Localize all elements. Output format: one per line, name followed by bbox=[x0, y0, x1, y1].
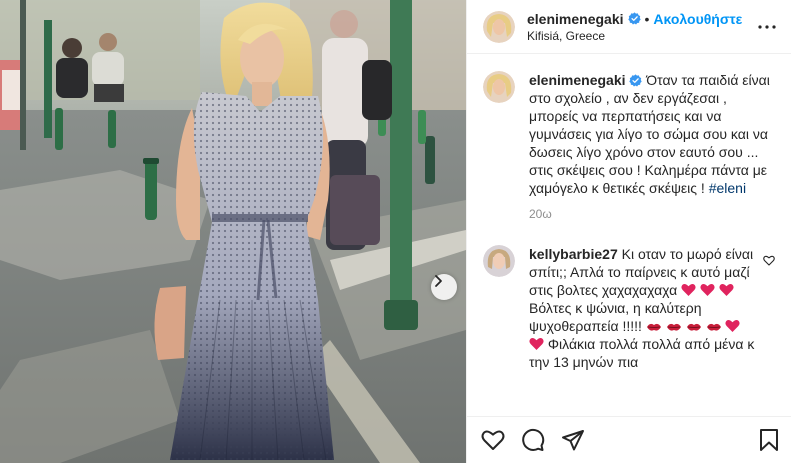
like-button[interactable] bbox=[481, 420, 521, 460]
heart-outline-icon bbox=[763, 255, 775, 266]
comment-text-block: kellybarbie27 Κι οταν το μωρό είναι σπίτ… bbox=[529, 245, 759, 371]
post-location[interactable]: Kifisiá, Greece bbox=[527, 29, 755, 43]
caption-hashtag[interactable]: #eleni bbox=[709, 180, 746, 196]
separator-dot: • bbox=[644, 10, 650, 27]
post-comments-area[interactable]: elenimenegaki Όταν τα παιδιά είναι στο σ… bbox=[467, 55, 791, 416]
red-heart-emoji bbox=[725, 320, 740, 332]
caption-text-block: elenimenegaki Όταν τα παιδιά είναι στο σ… bbox=[529, 71, 773, 197]
comment-text-3: Φιλάκια πολλά πολλά από μένα κ την 13 μη… bbox=[529, 336, 755, 370]
more-options-button[interactable] bbox=[755, 15, 779, 39]
post-side-panel: elenimenegaki • Ακολουθήστε Kifisiá, Gre… bbox=[466, 0, 791, 463]
commenter-avatar-image bbox=[483, 245, 515, 277]
verified-badge-icon bbox=[627, 12, 641, 25]
kiss-mark-emoji bbox=[666, 323, 681, 331]
heart-icon bbox=[481, 430, 505, 450]
kiss-mark-emoji bbox=[646, 323, 661, 331]
author-avatar-image bbox=[483, 10, 515, 43]
photo-illustration bbox=[0, 0, 466, 463]
red-heart-emoji bbox=[719, 284, 734, 296]
instagram-post-view: elenimenegaki • Ακολουθήστε Kifisiá, Gre… bbox=[0, 0, 791, 463]
comment-icon bbox=[522, 428, 545, 451]
post-photo[interactable] bbox=[0, 0, 466, 463]
chevron-right-icon bbox=[435, 275, 442, 287]
save-button[interactable] bbox=[739, 420, 779, 460]
author-meta: elenimenegaki • Ακολουθήστε Kifisiá, Gre… bbox=[527, 11, 755, 43]
caption-username[interactable]: elenimenegaki bbox=[529, 72, 626, 88]
kiss-mark-emoji bbox=[706, 323, 721, 331]
author-row: elenimenegaki • Ακολουθήστε bbox=[527, 11, 755, 27]
post-caption: elenimenegaki Όταν τα παιδιά είναι στο σ… bbox=[483, 71, 775, 197]
caption-avatar-image bbox=[483, 71, 515, 103]
more-options-icon bbox=[758, 24, 776, 29]
comment-item: kellybarbie27 Κι οταν το μωρό είναι σπίτ… bbox=[483, 245, 775, 371]
red-heart-emoji bbox=[700, 284, 715, 296]
share-button[interactable] bbox=[561, 420, 601, 460]
follow-button[interactable]: Ακολουθήστε bbox=[653, 11, 742, 27]
red-heart-emoji bbox=[681, 284, 696, 296]
comment-like-button[interactable] bbox=[763, 253, 775, 271]
commenter-avatar[interactable] bbox=[483, 245, 515, 277]
comment-button[interactable] bbox=[521, 420, 561, 460]
red-heart-emoji bbox=[529, 338, 544, 350]
author-avatar[interactable] bbox=[483, 10, 515, 43]
post-actions-bar bbox=[467, 416, 791, 463]
verified-badge-icon bbox=[629, 74, 643, 87]
bookmark-icon bbox=[760, 429, 778, 451]
caption-text: Όταν τα παιδιά είναι στο σχολείο , αν δε… bbox=[529, 72, 770, 196]
post-age[interactable]: 20ω bbox=[529, 207, 775, 221]
commenter-username[interactable]: kellybarbie27 bbox=[529, 246, 618, 262]
author-username[interactable]: elenimenegaki bbox=[527, 11, 624, 27]
kiss-mark-emoji bbox=[686, 323, 701, 331]
next-photo-button[interactable] bbox=[431, 274, 457, 300]
paper-plane-icon bbox=[562, 430, 584, 451]
caption-avatar[interactable] bbox=[483, 71, 515, 103]
post-header: elenimenegaki • Ακολουθήστε Kifisiá, Gre… bbox=[467, 0, 791, 54]
